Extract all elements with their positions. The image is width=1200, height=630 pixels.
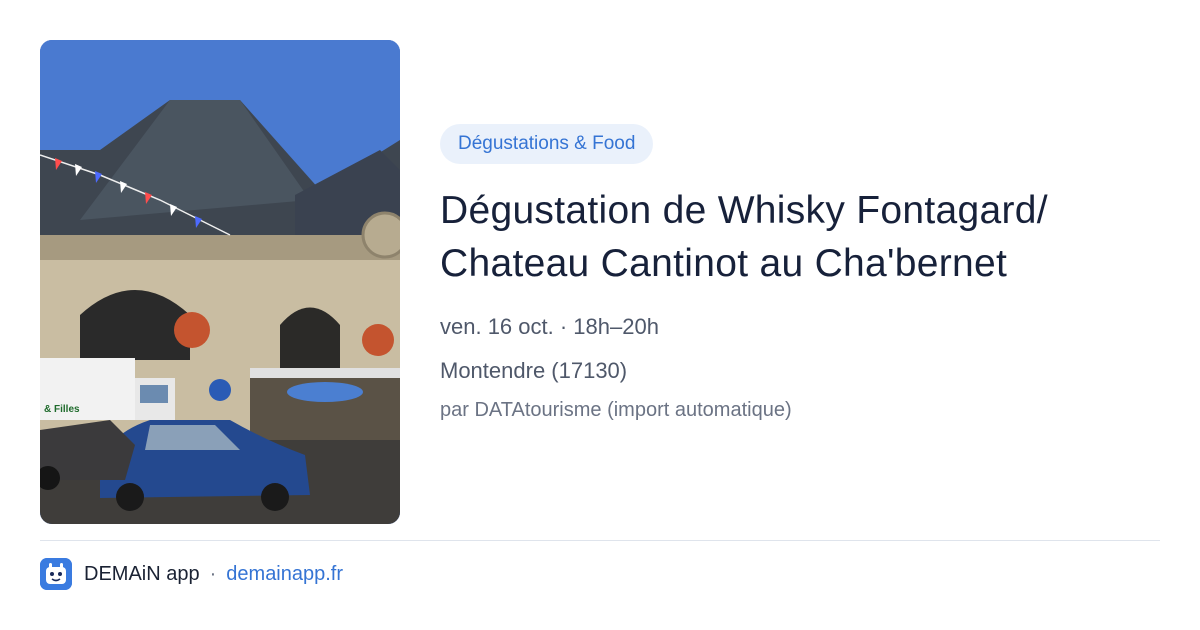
event-title[interactable]: Dégustation de Whisky Fontagard/ Chateau… [440,184,1160,290]
event-details: Dégustations & Food Dégustation de Whisk… [440,124,1160,424]
event-source: par DATAtourisme (import automatique) [440,399,792,421]
event-title-line1: Dégustation de Whisky Fontagard/ [440,189,1048,232]
event-photo: & Filles [40,40,400,524]
footer-separator: · [209,562,217,585]
category-badge[interactable]: Dégustations & Food [440,124,654,164]
app-name: DEMAiN app [84,562,200,585]
truck-sign-text: & Filles [44,404,80,415]
event-photo-illustration: & Filles [40,40,400,524]
event-title-line2: Chateau Cantinot au Cha'bernet [440,242,1008,285]
event-date: ven. 16 oct. · 18h–20h [440,314,659,339]
event-location: Montendre (17130) [440,358,628,383]
footer-divider [40,540,1160,541]
footer: DEMAiN app · demainapp.fr [40,558,343,590]
app-url-link[interactable]: demainapp.fr [226,563,343,586]
app-logo-icon [40,558,72,590]
